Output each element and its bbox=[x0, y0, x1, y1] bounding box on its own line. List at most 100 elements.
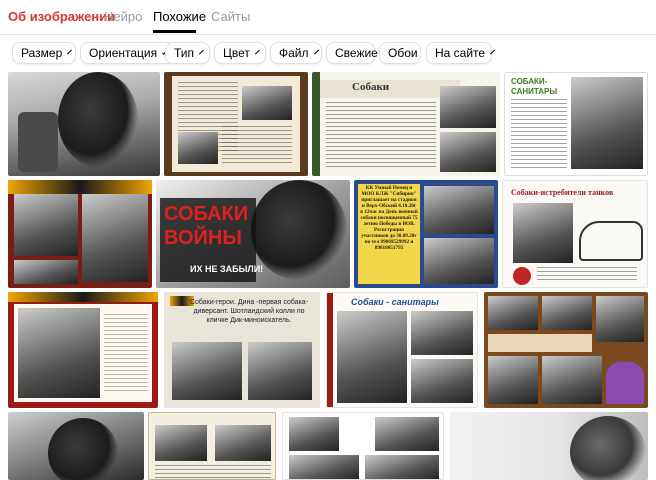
caption-bar bbox=[488, 334, 592, 352]
poster-line: ВОЙНЫ bbox=[164, 227, 242, 249]
result-image[interactable] bbox=[8, 412, 144, 480]
photo bbox=[18, 308, 100, 398]
side-stripe bbox=[312, 72, 320, 176]
title-line: СОБАКИ- bbox=[511, 77, 548, 86]
filter-orientation[interactable]: Ориентация bbox=[80, 42, 175, 64]
poster-line: СОБАКИ bbox=[164, 203, 249, 225]
photo bbox=[337, 311, 407, 403]
result-image[interactable]: Собаки-герои. Дина -первая собака-диверс… bbox=[164, 292, 320, 408]
filter-type-label: Тип bbox=[174, 46, 195, 60]
announcement-panel: КК Умный Немец и МОО КЛЖ "Сибирия" пригл… bbox=[358, 184, 420, 284]
chevron-down-icon bbox=[313, 49, 319, 54]
chevron-down-icon bbox=[254, 49, 260, 54]
result-image[interactable] bbox=[164, 72, 308, 176]
dog-figure bbox=[570, 416, 646, 480]
photo bbox=[424, 186, 494, 234]
ribbon bbox=[8, 180, 152, 194]
photo bbox=[289, 417, 339, 451]
poster-line: ИХ НЕ ЗАБЫЛИ! bbox=[190, 264, 264, 274]
text-block bbox=[155, 465, 271, 479]
photo bbox=[14, 260, 78, 284]
result-image[interactable] bbox=[450, 412, 648, 480]
panel bbox=[14, 304, 152, 402]
result-title: Собаки bbox=[352, 81, 390, 93]
filter-wallpapers[interactable]: Обои bbox=[379, 42, 421, 64]
dog-drawing bbox=[579, 221, 643, 261]
announcement-text: КК Умный Немец и МОО КЛЖ "Сибирия" пригл… bbox=[360, 185, 418, 251]
photo bbox=[178, 132, 218, 164]
result-image[interactable]: Собаки bbox=[312, 72, 500, 176]
filter-orientation-label: Ориентация bbox=[89, 46, 158, 60]
result-image[interactable] bbox=[8, 72, 160, 176]
photo bbox=[424, 238, 494, 284]
photo bbox=[375, 417, 439, 451]
photo bbox=[596, 296, 644, 342]
tab-about-image[interactable]: Об изображении bbox=[8, 9, 115, 24]
title-line: САНИТАРЫ bbox=[511, 87, 558, 96]
tab-neuro[interactable]: Нейро bbox=[104, 9, 142, 24]
result-title: Собаки - санитары bbox=[351, 297, 439, 307]
result-image[interactable] bbox=[484, 292, 648, 408]
chevron-down-icon bbox=[67, 49, 73, 54]
chevron-down-icon bbox=[490, 49, 496, 54]
filter-fresh[interactable]: Свежие bbox=[326, 42, 378, 64]
photo bbox=[440, 86, 496, 128]
tabs-bar: Об изображении Нейро Похожие Сайты bbox=[0, 0, 656, 35]
photo bbox=[488, 296, 538, 330]
active-tab-indicator bbox=[153, 30, 196, 33]
photo bbox=[248, 342, 312, 400]
dog-figure bbox=[48, 418, 118, 480]
person-figure bbox=[606, 362, 644, 404]
photo bbox=[440, 132, 496, 172]
photo bbox=[542, 356, 602, 404]
result-image[interactable]: СОБАКИ- САНИТАРЫ bbox=[504, 72, 648, 176]
photo bbox=[365, 455, 439, 479]
filter-wallpapers-label: Обои bbox=[388, 46, 418, 60]
result-title: Собаки-истребители танков bbox=[511, 188, 614, 197]
filter-file[interactable]: Файл bbox=[270, 42, 322, 64]
text-block bbox=[326, 102, 436, 170]
filter-on-site[interactable]: На сайте bbox=[426, 42, 496, 64]
filter-color[interactable]: Цвет bbox=[214, 42, 266, 64]
photo bbox=[172, 342, 242, 400]
result-image[interactable]: КК Умный Немец и МОО КЛЖ "Сибирия" пригл… bbox=[354, 180, 498, 288]
title-bar bbox=[320, 80, 460, 98]
text-block bbox=[104, 314, 148, 394]
photo bbox=[513, 203, 573, 263]
photo bbox=[289, 455, 359, 479]
tab-sites[interactable]: Сайты bbox=[211, 9, 250, 24]
photo bbox=[155, 425, 207, 461]
photo bbox=[411, 311, 473, 355]
filter-file-label: Файл bbox=[279, 46, 309, 60]
result-title: СОБАКИ- САНИТАРЫ bbox=[511, 77, 557, 97]
photo bbox=[14, 194, 78, 256]
star-medal-icon bbox=[513, 267, 531, 285]
text-block bbox=[511, 99, 567, 169]
filter-size-label: Размер bbox=[21, 46, 63, 60]
photo bbox=[488, 356, 538, 404]
photo bbox=[571, 77, 643, 169]
result-image[interactable]: Собаки-истребители танков bbox=[502, 180, 648, 288]
filter-on-site-label: На сайте bbox=[435, 46, 486, 60]
soldier-figure bbox=[18, 112, 58, 172]
ribbon bbox=[8, 292, 158, 302]
photo bbox=[411, 359, 473, 403]
result-image[interactable] bbox=[8, 180, 152, 288]
result-image[interactable] bbox=[282, 412, 444, 480]
text-block bbox=[222, 126, 292, 166]
tab-similar[interactable]: Похожие bbox=[153, 9, 206, 24]
result-image[interactable] bbox=[8, 292, 158, 408]
dog-figure bbox=[251, 180, 347, 280]
filter-color-label: Цвет bbox=[223, 46, 250, 60]
result-image[interactable]: СОБАКИ ВОЙНЫ ИХ НЕ ЗАБЫЛИ! bbox=[156, 180, 350, 288]
result-image[interactable]: Собаки - санитары bbox=[326, 292, 478, 408]
text-block bbox=[537, 267, 637, 283]
photo bbox=[215, 425, 271, 461]
result-caption: Собаки-герои. Дина -первая собака-диверс… bbox=[189, 299, 309, 324]
result-image[interactable] bbox=[148, 412, 276, 480]
photo bbox=[242, 86, 292, 120]
filter-size[interactable]: Размер bbox=[12, 42, 76, 64]
side-stripe bbox=[327, 293, 333, 407]
filter-type[interactable]: Тип bbox=[165, 42, 210, 64]
dog-figure bbox=[58, 72, 138, 167]
